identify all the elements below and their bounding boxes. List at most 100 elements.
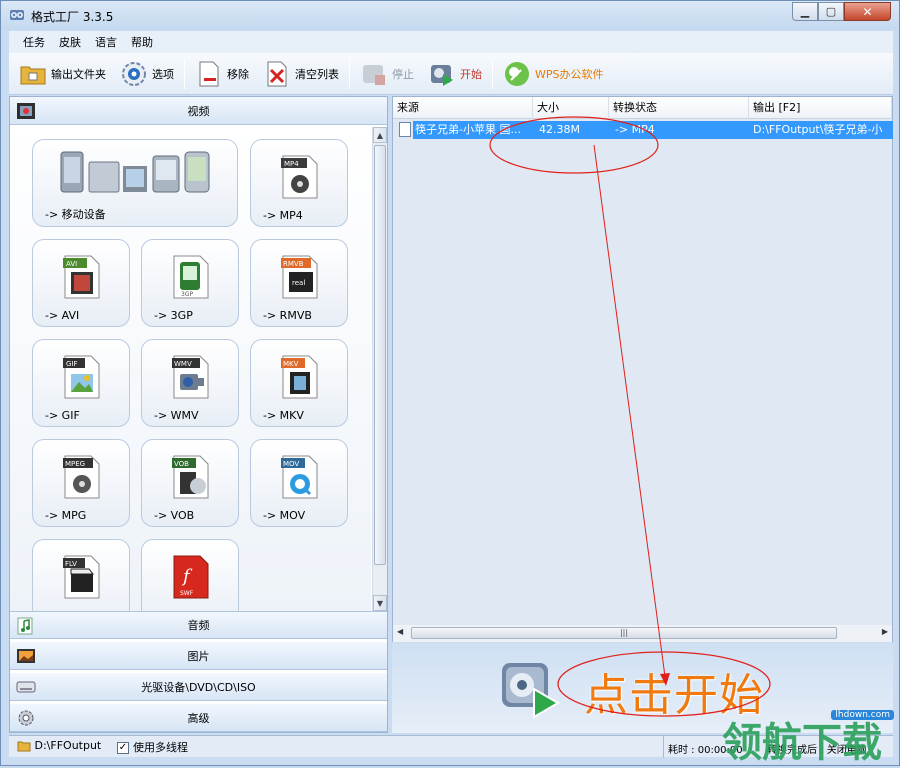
svg-text:MPEG: MPEG xyxy=(65,460,85,468)
output-folder-label: 输出文件夹 xyxy=(51,67,106,81)
vob-file-icon: VOB xyxy=(172,455,209,499)
category-audio[interactable]: 音频 xyxy=(10,611,387,639)
table-row[interactable]: 筷子兄弟-小苹果 国... 42.38M -> MP4 D:\FFOutput\… xyxy=(413,121,893,139)
rmvb-file-icon: RMVB real xyxy=(281,255,318,299)
stop-button[interactable]: 停止 xyxy=(356,56,418,92)
category-audio-label: 音频 xyxy=(187,619,210,632)
scroll-up-icon[interactable]: ▲ xyxy=(373,127,387,143)
tile-mp4[interactable]: MP4 -> MP4 xyxy=(250,139,348,227)
svg-text:WMV: WMV xyxy=(174,360,192,368)
row-output: D:\FFOutput\筷子兄弟-小 xyxy=(753,123,883,136)
menu-task[interactable]: 任务 xyxy=(23,34,45,50)
video-file-icon xyxy=(399,122,411,137)
maximize-button[interactable]: ▢ xyxy=(818,2,844,21)
multithread-label: 使用多线程 xyxy=(133,741,188,754)
tile-label: -> GIF xyxy=(45,409,80,422)
menu-skin[interactable]: 皮肤 xyxy=(59,34,81,50)
output-folder-button[interactable]: 输出文件夹 xyxy=(15,56,110,92)
svg-text:AVI: AVI xyxy=(66,260,77,268)
category-disc[interactable]: 光驱设备\DVD\CD\ISO xyxy=(10,673,387,701)
tile-gif[interactable]: GIF -> GIF xyxy=(32,339,130,427)
tile-3gp[interactable]: 3GP -> 3GP xyxy=(141,239,239,327)
scroll-left-icon[interactable]: ◀ xyxy=(397,627,403,636)
start-label: 开始 xyxy=(460,67,482,81)
tile-label: -> MOV xyxy=(263,509,306,522)
toolbar-separator xyxy=(349,58,350,89)
menu-help[interactable]: 帮助 xyxy=(131,34,153,50)
tile-label: -> AVI xyxy=(45,309,80,322)
category-video[interactable]: 视频 xyxy=(10,97,387,125)
mp4-file-icon: MP4 xyxy=(281,155,318,199)
remove-button[interactable]: 移除 xyxy=(191,56,253,92)
output-path-text: D:\FFOutput xyxy=(34,739,102,752)
tile-vob[interactable]: VOB -> VOB xyxy=(141,439,239,527)
stop-label: 停止 xyxy=(392,67,414,81)
tile-mkv[interactable]: MKV -> MKV xyxy=(250,339,348,427)
svg-text:MOV: MOV xyxy=(283,460,299,468)
avi-file-icon: AVI xyxy=(63,255,100,299)
hscroll-thumb[interactable]: ||| xyxy=(411,627,837,639)
close-button[interactable]: ✕ xyxy=(844,2,891,21)
remove-icon xyxy=(195,60,223,88)
svg-text:MP4: MP4 xyxy=(284,160,299,168)
scroll-thumb[interactable] xyxy=(374,145,386,565)
menu-bar: 任务 皮肤 语言 帮助 xyxy=(9,31,893,53)
minimize-button[interactable]: ▁ xyxy=(792,2,818,21)
tile-label: -> 3GP xyxy=(154,309,193,322)
mobile-devices-icon xyxy=(60,151,210,193)
minimize-icon: ▁ xyxy=(800,5,810,18)
disc-drive-icon xyxy=(16,681,36,693)
clear-list-button[interactable]: 清空列表 xyxy=(259,56,343,92)
menu-language[interactable]: 语言 xyxy=(95,34,117,50)
format-grid: -> 移动设备 MP4 -> MP4 AVI -> AVI 3GP -> 3GP… xyxy=(10,127,371,611)
title-bar: 格式工厂 3.3.5 ▁ ▢ ✕ xyxy=(1,1,899,30)
music-icon xyxy=(17,617,33,635)
wps-button[interactable]: WPS办公软件 xyxy=(499,56,608,92)
flv-file-icon: FLV xyxy=(63,555,100,599)
start-conversion-icon xyxy=(502,663,560,719)
category-image-label: 图片 xyxy=(187,649,210,663)
start-button[interactable]: 开始 xyxy=(424,56,486,92)
after-convert-action[interactable]: 转换完成后 : 关闭电脑 xyxy=(767,741,893,756)
tile-swf[interactable]: f SWF xyxy=(141,539,239,611)
mkv-file-icon: MKV xyxy=(281,355,318,399)
scroll-down-icon[interactable]: ▼ xyxy=(373,595,387,611)
small-folder-icon xyxy=(17,741,31,752)
tile-mpg[interactable]: MPEG -> MPG xyxy=(32,439,130,527)
tile-mov[interactable]: MOV -> MOV xyxy=(250,439,348,527)
wps-label: WPS办公软件 xyxy=(535,67,604,81)
tile-wmv[interactable]: WMV -> WMV xyxy=(141,339,239,427)
column-output[interactable]: 输出 [F2] xyxy=(749,97,892,119)
category-advanced[interactable]: 高级 xyxy=(10,704,387,732)
category-image[interactable]: 图片 xyxy=(10,642,387,670)
list-horizontal-scrollbar[interactable]: ◀ ||| ▶ xyxy=(393,625,892,642)
svg-text:VOB: VOB xyxy=(174,460,189,468)
tile-mobile-device[interactable]: -> 移动设备 xyxy=(32,139,238,227)
column-status[interactable]: 转换状态 xyxy=(609,97,749,119)
video-icon xyxy=(17,103,35,119)
task-list-panel: 来源 大小 转换状态 输出 [F2] 筷子兄弟-小苹果 国... 42.38M … xyxy=(392,96,893,642)
elapsed-time: 耗时 : 00:00:00 xyxy=(663,736,743,758)
gif-file-icon: GIF xyxy=(63,355,100,399)
tile-label: -> VOB xyxy=(154,509,195,522)
scroll-right-icon[interactable]: ▶ xyxy=(882,627,888,636)
column-size[interactable]: 大小 xyxy=(533,97,609,119)
svg-text:FLV: FLV xyxy=(65,560,77,568)
tile-flv[interactable]: FLV xyxy=(32,539,130,611)
clear-list-label: 清空列表 xyxy=(295,67,339,81)
tile-avi[interactable]: AVI -> AVI xyxy=(32,239,130,327)
folder-icon xyxy=(19,60,47,88)
grid-scrollbar[interactable]: ▲ ▼ xyxy=(372,127,387,611)
swf-file-icon: fSWF xyxy=(173,555,209,599)
tile-label: -> MPG xyxy=(45,509,87,522)
column-source[interactable]: 来源 xyxy=(393,97,533,119)
start-area[interactable]: 点击开始 xyxy=(392,643,893,733)
tile-label: -> 移动设备 xyxy=(45,208,106,221)
tile-rmvb[interactable]: RMVB real -> RMVB xyxy=(250,239,348,327)
multithread-checkbox[interactable]: ✓ 使用多线程 xyxy=(117,739,188,755)
options-button[interactable]: 选项 xyxy=(116,56,178,92)
output-folder-status[interactable]: D:\FFOutput xyxy=(17,739,101,752)
toolbar-separator xyxy=(184,58,185,89)
app-window: 格式工厂 3.3.5 ▁ ▢ ✕ 任务 皮肤 语言 帮助 输出文件夹 选项 移除 xyxy=(0,0,900,766)
svg-text:RMVB: RMVB xyxy=(283,260,304,268)
